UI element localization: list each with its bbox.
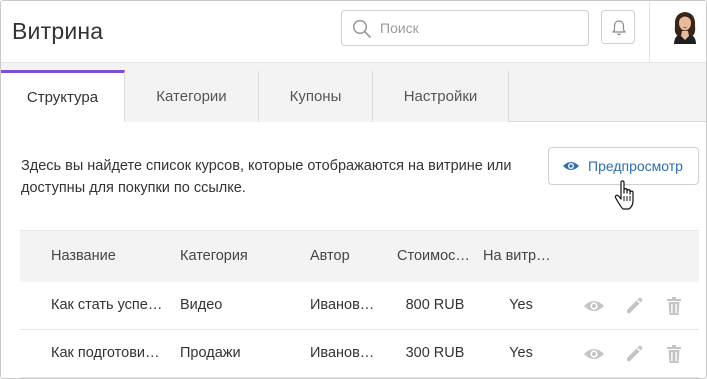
edit-button[interactable]	[614, 342, 654, 366]
cell-author: Иванов…	[310, 345, 375, 361]
header-divider	[649, 1, 650, 62]
table-header: Название Категория Автор Стоимос… На вит…	[20, 230, 699, 282]
app-window: Витрина Структура Категории	[0, 0, 707, 379]
avatar[interactable]	[670, 10, 700, 44]
eye-icon	[563, 162, 579, 170]
eye-icon	[584, 349, 604, 359]
column-header-showcase[interactable]: На витр…	[483, 248, 553, 264]
table-row[interactable]: Как стать успе… Видео Иванов… 800 RUB Ye…	[20, 282, 699, 330]
trash-icon	[667, 345, 681, 363]
table-row[interactable]: Как подготови… Продажи Иванов… 300 RUB Y…	[20, 330, 699, 378]
tab-coupons[interactable]: Купоны	[259, 71, 373, 122]
view-button[interactable]	[574, 342, 614, 366]
search-icon	[352, 19, 371, 38]
tab-structure[interactable]: Структура	[1, 70, 125, 122]
main-content: Здесь вы найдете список курсов, которые …	[1, 123, 706, 378]
cell-name: Как стать успе…	[51, 297, 163, 313]
bell-icon	[612, 20, 626, 36]
cell-name: Как подготови…	[51, 345, 160, 361]
cell-showcase: Yes	[509, 297, 533, 313]
tab-categories[interactable]: Категории	[125, 71, 259, 122]
delete-button[interactable]	[654, 294, 694, 318]
cell-category: Видео	[180, 297, 223, 313]
header: Витрина	[1, 1, 706, 63]
search-box[interactable]	[341, 10, 589, 46]
courses-table: Название Категория Автор Стоимос… На вит…	[20, 230, 699, 378]
page-title: Витрина	[12, 18, 104, 44]
row-actions	[574, 294, 694, 318]
tab-settings[interactable]: Настройки	[373, 71, 509, 122]
edit-button[interactable]	[614, 294, 654, 318]
cell-price: 800 RUB	[405, 297, 465, 313]
notifications-button[interactable]	[601, 10, 635, 44]
column-header-author[interactable]: Автор	[310, 248, 384, 264]
view-button[interactable]	[574, 294, 614, 318]
column-header-price[interactable]: Стоимос…	[397, 248, 473, 264]
tab-bar: Структура Категории Купоны Настройки	[1, 70, 706, 122]
column-header-category[interactable]: Категория	[180, 248, 298, 264]
cell-price: 300 RUB	[405, 345, 465, 361]
cell-showcase: Yes	[509, 345, 533, 361]
eye-icon	[584, 301, 604, 311]
preview-button-label: Предпросмотр	[588, 158, 683, 174]
trash-icon	[667, 297, 681, 315]
cell-category: Продажи	[180, 345, 241, 361]
description-text: Здесь вы найдете список курсов, которые …	[21, 158, 512, 196]
hand-cursor-icon	[614, 180, 634, 210]
pencil-icon	[627, 297, 643, 313]
pencil-icon	[627, 345, 643, 361]
search-input[interactable]	[380, 11, 580, 45]
delete-button[interactable]	[654, 342, 694, 366]
row-actions	[574, 342, 694, 366]
column-header-name[interactable]: Название	[51, 248, 169, 264]
cell-author: Иванов…	[310, 297, 375, 313]
